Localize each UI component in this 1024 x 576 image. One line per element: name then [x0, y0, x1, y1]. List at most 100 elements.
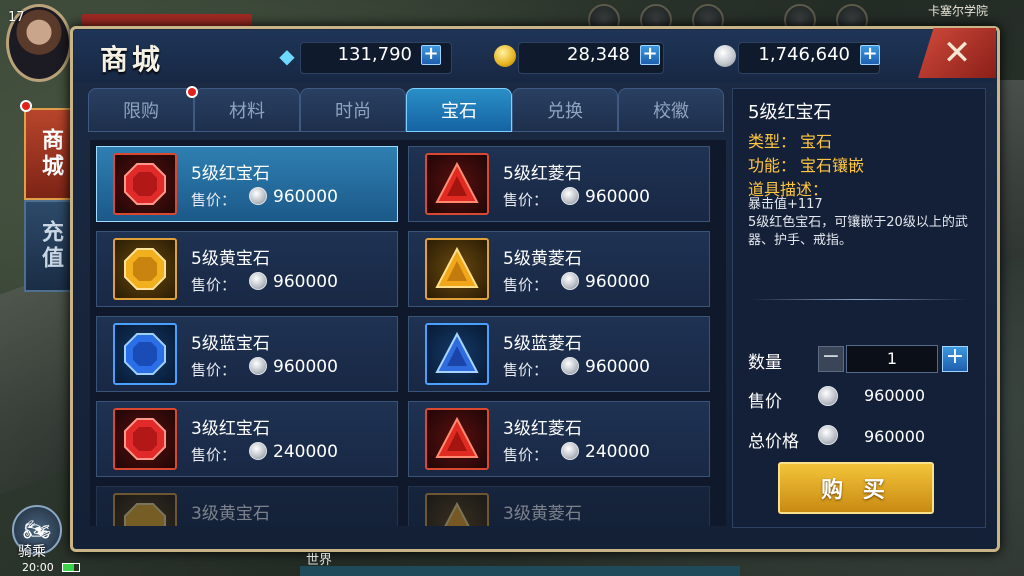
shop-item[interactable]: 5级蓝菱石 售价： 960000 [408, 316, 710, 392]
detail-title: 5级红宝石 [748, 102, 832, 123]
add-diamond-button[interactable]: + [421, 45, 441, 65]
tab-label: 限购 [123, 101, 159, 122]
unit-price: 960000 [864, 386, 926, 405]
chat-bar[interactable] [300, 566, 740, 576]
type-label: 类型： [748, 132, 797, 151]
battery-icon [62, 563, 80, 572]
tab-label: 校徽 [653, 101, 689, 122]
item-price: 960000 [273, 357, 338, 377]
shop-item[interactable]: 5级红宝石 售价： 960000 [96, 146, 398, 222]
item-price: 960000 [273, 272, 338, 292]
notification-dot [20, 100, 32, 112]
item-name: 3级黄宝石 [191, 504, 270, 524]
blue-ruby-icon [113, 323, 177, 385]
yellow-ruby-icon [113, 238, 177, 300]
add-silver-button[interactable]: + [860, 45, 880, 65]
background-building [0, 265, 80, 495]
unit-price-label: 售价 [748, 392, 782, 412]
silver-coin-icon [249, 442, 267, 460]
yellow-ruby-icon [113, 493, 177, 526]
side-tab-recharge[interactable]: 充值 [24, 200, 76, 292]
silver-amount: 1,746,640 [758, 44, 850, 65]
quantity-input[interactable]: 1 [846, 345, 938, 373]
price-label: 售价： [191, 361, 237, 379]
item-price: 240000 [585, 442, 650, 462]
silver-coin-icon [249, 272, 267, 290]
tab-limited[interactable]: 限购 [88, 88, 194, 132]
silver-coin-icon [561, 187, 579, 205]
item-price: 960000 [273, 187, 338, 207]
decrease-quantity-button[interactable]: − [818, 346, 844, 372]
item-name: 5级黄菱石 [503, 249, 582, 269]
side-tab-label: 充值 [38, 220, 63, 272]
buy-button[interactable]: 购 买 [778, 462, 934, 514]
item-name: 5级红菱石 [503, 164, 582, 184]
shop-item[interactable]: 3级黄菱石 [408, 486, 710, 526]
buy-label: 购 买 [821, 478, 891, 503]
silver-coin-icon [561, 272, 579, 290]
tab-label: 兑换 [547, 101, 583, 122]
hp-bar [82, 14, 252, 26]
item-name: 5级红宝石 [191, 164, 270, 184]
item-description: 暴击值+117 5级红色宝石，可镶嵌于20级以上的武器、护手、戒指。 [748, 196, 980, 250]
close-icon: ✕ [942, 33, 972, 73]
tab-label: 宝石 [441, 101, 477, 122]
price-label: 售价： [503, 446, 549, 464]
tab-notification-dot [186, 86, 198, 98]
yellow-triangle-gem-icon [425, 238, 489, 300]
player-level: 17 [8, 10, 25, 25]
price-label: 售价： [191, 191, 237, 209]
shop-item[interactable]: 5级黄菱石 售价： 960000 [408, 231, 710, 307]
item-name: 3级红宝石 [191, 419, 270, 439]
side-tab-label: 商城 [38, 128, 63, 180]
red-ruby-icon [113, 408, 177, 470]
shop-item[interactable]: 5级蓝宝石 售价： 960000 [96, 316, 398, 392]
silver-coin-icon [561, 357, 579, 375]
mount-label: 骑乘 [18, 544, 46, 560]
clock: 20:00 [22, 561, 54, 574]
world-chat-label: 世界 [306, 553, 333, 568]
item-name: 5级蓝宝石 [191, 334, 270, 354]
function-label: 功能： [748, 156, 797, 175]
tab-materials[interactable]: 材料 [194, 88, 300, 132]
price-label: 售价： [191, 446, 237, 464]
shop-title: 商城 [100, 43, 165, 76]
quantity-label: 数量 [748, 353, 782, 373]
total-price-label: 总价格 [748, 432, 799, 452]
item-price: 960000 [585, 357, 650, 377]
increase-quantity-button[interactable]: + [942, 346, 968, 372]
shop-item[interactable]: 3级红菱石 售价： 240000 [408, 401, 710, 477]
yellow-triangle-gem-icon [425, 493, 489, 526]
shop-item[interactable]: 5级红菱石 售价： 960000 [408, 146, 710, 222]
blue-triangle-gem-icon [425, 323, 489, 385]
tab-label: 时尚 [335, 101, 371, 122]
shop-item[interactable]: 3级红宝石 售价： 240000 [96, 401, 398, 477]
red-triangle-gem-icon [425, 408, 489, 470]
type-value: 宝石 [800, 132, 833, 151]
item-price: 240000 [273, 442, 338, 462]
item-name: 3级红菱石 [503, 419, 582, 439]
shop-item[interactable]: 3级黄宝石 [96, 486, 398, 526]
add-gold-button[interactable]: + [640, 45, 660, 65]
map-name: 卡塞尔学院 [928, 4, 989, 18]
diamond-amount: 131,790 [337, 44, 412, 65]
tab-badge[interactable]: 校徽 [618, 88, 724, 132]
price-label: 售价： [191, 276, 237, 294]
item-price: 960000 [585, 187, 650, 207]
tab-gems[interactable]: 宝石 [406, 88, 512, 132]
item-name: 5级蓝菱石 [503, 334, 582, 354]
red-ruby-icon [113, 153, 177, 215]
red-triangle-gem-icon [425, 153, 489, 215]
tab-fashion[interactable]: 时尚 [300, 88, 406, 132]
shop-item[interactable]: 5级黄宝石 售价： 960000 [96, 231, 398, 307]
silver-coin-icon [561, 442, 579, 460]
side-tab-shop[interactable]: 商城 [24, 108, 76, 200]
item-price: 960000 [585, 272, 650, 292]
tab-exchange[interactable]: 兑换 [512, 88, 618, 132]
price-label: 售价： [503, 361, 549, 379]
total-price: 960000 [864, 427, 926, 446]
price-label: 售价： [503, 276, 549, 294]
item-name: 3级黄菱石 [503, 504, 582, 524]
silver-coin-icon [818, 425, 838, 445]
description-stat: 暴击值+117 [748, 197, 823, 212]
